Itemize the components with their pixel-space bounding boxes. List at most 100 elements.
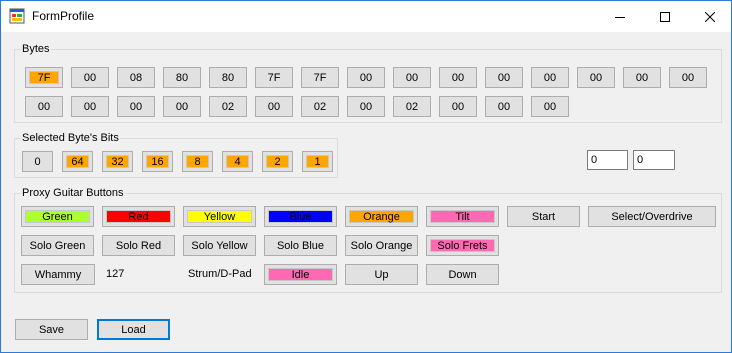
bit-button-8[interactable]: 8 xyxy=(182,151,213,172)
select-overdrive-button[interactable]: Select/Overdrive xyxy=(588,206,716,227)
byte-button-3[interactable]: 80 xyxy=(163,67,201,88)
whammy-button[interactable]: Whammy xyxy=(21,264,95,285)
bit-button-32[interactable]: 32 xyxy=(102,151,133,172)
solo-frets-button-label: Solo Frets xyxy=(437,239,488,252)
bit-button-2-label: 2 xyxy=(274,155,281,168)
bit-button-2[interactable]: 2 xyxy=(262,151,293,172)
bit-button-64[interactable]: 64 xyxy=(62,151,93,172)
byte-button-8-label: 00 xyxy=(405,71,419,84)
byte-button-21[interactable]: 02 xyxy=(301,96,339,117)
byte-button-4[interactable]: 80 xyxy=(209,67,247,88)
byte-button-19-label: 02 xyxy=(221,100,235,113)
solo-blue-button[interactable]: Solo Blue xyxy=(264,235,337,256)
save-label: Save xyxy=(38,323,65,336)
bytes-legend: Bytes xyxy=(21,43,51,55)
bit-button-64-label: 64 xyxy=(71,155,84,168)
solo-red-button[interactable]: Solo Red xyxy=(102,235,175,256)
whammy-label: Whammy xyxy=(34,268,82,281)
bit-button-32-label: 32 xyxy=(111,155,124,168)
byte-button-2-label: 08 xyxy=(129,71,143,84)
bit-button-16-label: 16 xyxy=(151,155,164,168)
byte-button-18-label: 00 xyxy=(175,100,189,113)
byte-button-12-label: 00 xyxy=(589,71,603,84)
byte-button-6[interactable]: 7F xyxy=(301,67,339,88)
byte-button-17[interactable]: 00 xyxy=(117,96,155,117)
load-button[interactable]: Load xyxy=(97,319,170,340)
byte-button-11[interactable]: 00 xyxy=(531,67,569,88)
byte-button-17-label: 00 xyxy=(129,100,143,113)
red-button[interactable]: Red xyxy=(102,206,175,227)
byte-button-10-label: 00 xyxy=(497,71,511,84)
byte-button-15[interactable]: 00 xyxy=(25,96,63,117)
solo-orange-button-label: Solo Orange xyxy=(350,239,413,252)
byte-button-0[interactable]: 7F xyxy=(25,67,63,88)
solo-orange-button[interactable]: Solo Orange xyxy=(345,235,418,256)
byte-button-14[interactable]: 00 xyxy=(669,67,707,88)
select-overdrive-button-label: Select/Overdrive xyxy=(611,210,693,223)
byte-button-6-label: 7F xyxy=(313,71,327,84)
textbox-2[interactable] xyxy=(633,150,675,170)
start-button-label: Start xyxy=(531,210,556,223)
window-title: FormProfile xyxy=(32,9,95,23)
yellow-button[interactable]: Yellow xyxy=(183,206,256,227)
bit-button-0-label: 0 xyxy=(34,155,41,168)
bit-button-1-label: 1 xyxy=(314,155,321,168)
byte-button-19[interactable]: 02 xyxy=(209,96,247,117)
app-icon xyxy=(9,8,25,24)
byte-button-5[interactable]: 7F xyxy=(255,67,293,88)
idle-button[interactable]: Idle xyxy=(264,264,337,285)
byte-button-20[interactable]: 00 xyxy=(255,96,293,117)
start-button[interactable]: Start xyxy=(507,206,580,227)
bit-button-16[interactable]: 16 xyxy=(142,151,173,172)
byte-button-22[interactable]: 00 xyxy=(347,96,385,117)
close-button[interactable] xyxy=(687,1,732,32)
maximize-button[interactable] xyxy=(642,1,687,32)
down-button[interactable]: Down xyxy=(426,264,499,285)
tilt-button[interactable]: Tilt xyxy=(426,206,499,227)
form-profile-window: FormProfile Bytes 7F 00 08 80 80 7F 7F 00 00 00 00… xyxy=(0,0,732,353)
orange-button[interactable]: Orange xyxy=(345,206,418,227)
bit-button-1[interactable]: 1 xyxy=(302,151,333,172)
load-label: Load xyxy=(121,323,146,336)
minimize-icon xyxy=(614,16,625,18)
byte-button-13-label: 00 xyxy=(635,71,649,84)
minimize-button[interactable] xyxy=(597,1,642,32)
textbox-1[interactable] xyxy=(587,150,628,170)
byte-button-1[interactable]: 00 xyxy=(71,67,109,88)
up-button-label: Up xyxy=(374,268,389,281)
byte-button-23[interactable]: 02 xyxy=(393,96,431,117)
blue-button-label: Blue xyxy=(289,210,312,223)
solo-yellow-button[interactable]: Solo Yellow xyxy=(183,235,256,256)
byte-button-24[interactable]: 00 xyxy=(439,96,477,117)
byte-button-2[interactable]: 08 xyxy=(117,67,155,88)
byte-button-9-label: 00 xyxy=(451,71,465,84)
byte-button-22-label: 00 xyxy=(359,100,373,113)
bit-button-0[interactable]: 0 xyxy=(22,151,53,172)
byte-button-8[interactable]: 00 xyxy=(393,67,431,88)
byte-button-0-label: 7F xyxy=(37,71,51,84)
byte-button-26[interactable]: 00 xyxy=(531,96,569,117)
byte-button-13[interactable]: 00 xyxy=(623,67,661,88)
solo-frets-button[interactable]: Solo Frets xyxy=(426,235,499,256)
maximize-icon xyxy=(659,11,670,22)
byte-button-16[interactable]: 00 xyxy=(71,96,109,117)
up-button[interactable]: Up xyxy=(345,264,418,285)
byte-button-12[interactable]: 00 xyxy=(577,67,615,88)
byte-button-24-label: 00 xyxy=(451,100,465,113)
down-button-label: Down xyxy=(448,268,477,281)
blue-button[interactable]: Blue xyxy=(264,206,337,227)
solo-green-button-label: Solo Green xyxy=(29,239,86,252)
idle-button-label: Idle xyxy=(291,268,310,281)
bit-button-4-label: 4 xyxy=(234,155,241,168)
byte-button-9[interactable]: 00 xyxy=(439,67,477,88)
bit-button-4[interactable]: 4 xyxy=(222,151,253,172)
solo-green-button[interactable]: Solo Green xyxy=(21,235,94,256)
byte-button-7[interactable]: 00 xyxy=(347,67,385,88)
byte-button-18[interactable]: 00 xyxy=(163,96,201,117)
green-button[interactable]: Green xyxy=(21,206,94,227)
byte-button-10[interactable]: 00 xyxy=(485,67,523,88)
byte-button-1-label: 00 xyxy=(83,71,97,84)
title-bar[interactable]: FormProfile xyxy=(1,1,731,32)
save-button[interactable]: Save xyxy=(15,319,88,340)
byte-button-25[interactable]: 00 xyxy=(485,96,523,117)
